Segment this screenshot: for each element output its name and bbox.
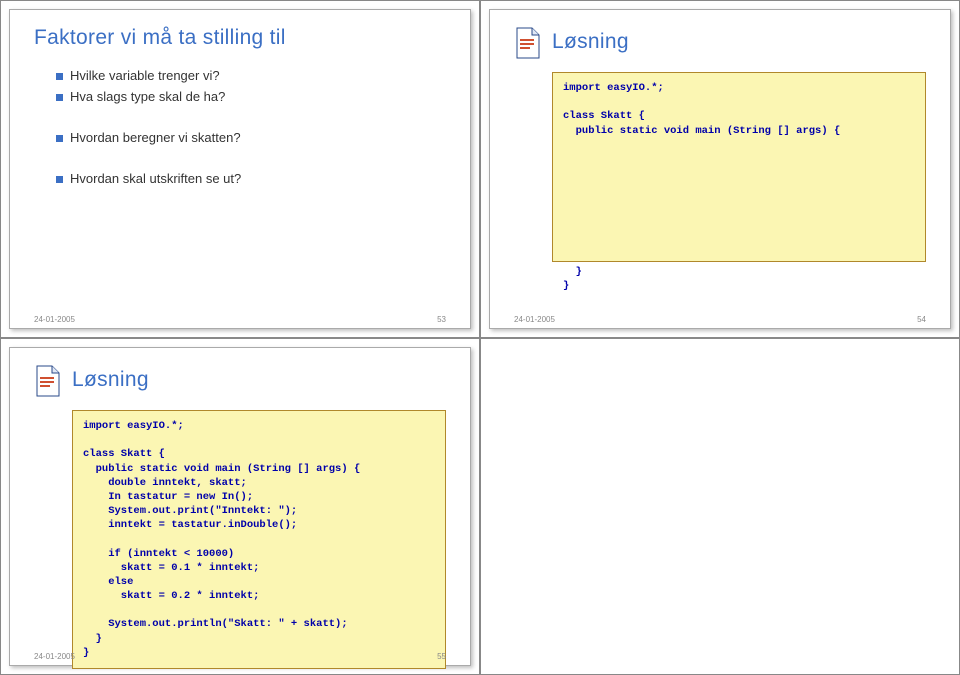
code-box: import easyIO.*; class Skatt { public st… [72,410,446,669]
footer-page: 53 [437,315,446,324]
list-item: Hva slags type skal de ha? [56,89,446,104]
code-box: import easyIO.*; class Skatt { public st… [552,72,926,262]
slide: Løsning import easyIO.*; class Skatt { p… [9,347,471,666]
slide-footer: 24-01-2005 54 [514,315,926,324]
footer-date: 24-01-2005 [514,315,555,324]
footer-page: 55 [437,652,446,661]
page-55: Løsning import easyIO.*; class Skatt { p… [0,338,480,675]
slide: Faktorer vi må ta stilling til Hvilke va… [9,9,471,329]
document-icon [34,364,62,398]
page-blank [480,338,960,675]
footer-date: 24-01-2005 [34,315,75,324]
slide: Løsning import easyIO.*; class Skatt { p… [489,9,951,329]
slide-title: Løsning [72,368,149,392]
slide-footer: 24-01-2005 53 [34,315,446,324]
list-item: Hvilke variable trenger vi? [56,68,446,83]
slide-title: Løsning [552,30,629,54]
document-icon [514,26,542,60]
bullet-list: Hvilke variable trenger vi? Hva slags ty… [56,68,446,186]
page-53: Faktorer vi må ta stilling til Hvilke va… [0,0,480,338]
footer-page: 54 [917,315,926,324]
list-item: Hvordan beregner vi skatten? [56,130,446,145]
footer-date: 24-01-2005 [34,652,75,661]
list-item: Hvordan skal utskriften se ut? [56,171,446,186]
slide-footer: 24-01-2005 55 [34,652,446,661]
page-54: Løsning import easyIO.*; class Skatt { p… [480,0,960,338]
slide-title: Faktorer vi må ta stilling til [34,26,446,50]
